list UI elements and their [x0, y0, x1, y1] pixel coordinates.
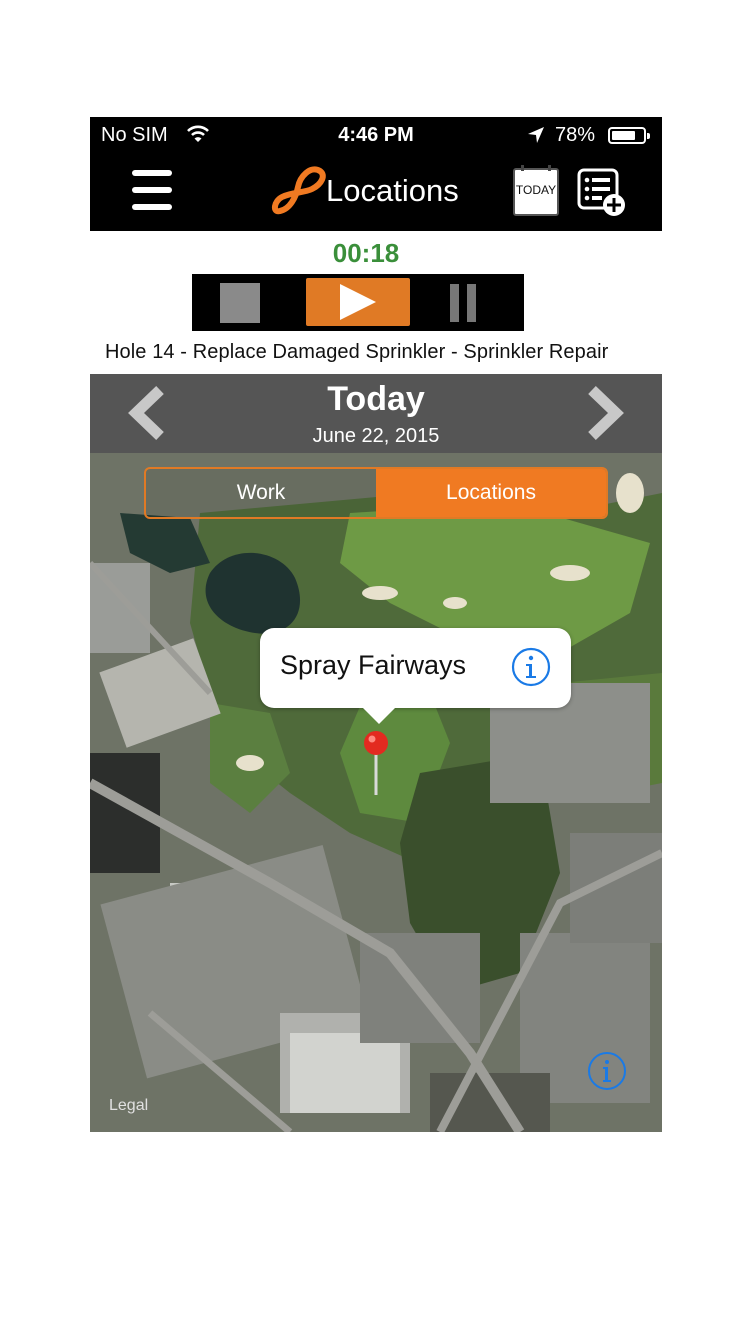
timer-controls: [192, 274, 524, 331]
chevron-right-icon[interactable]: [584, 386, 628, 445]
map-info-icon[interactable]: [586, 1050, 628, 1092]
add-list-icon: [577, 168, 625, 216]
date-header: Today June 22, 2015: [90, 374, 662, 453]
date-title: Today: [327, 380, 425, 418]
legal-link[interactable]: Legal: [109, 1097, 148, 1115]
view-segmented-control: Work Locations: [144, 467, 608, 519]
hamburger-menu-icon[interactable]: [130, 168, 174, 212]
phone-screen: No SIM 4:46 PM 78% Locations TODAY 00:18…: [90, 117, 662, 1132]
nav-bar: Locations TODAY: [90, 153, 662, 231]
battery-percent: 78%: [555, 124, 596, 146]
brand-logo-icon: [270, 163, 328, 226]
page-title: Locations: [326, 173, 459, 208]
status-bar: No SIM 4:46 PM 78%: [90, 117, 662, 153]
date-subtitle: June 22, 2015: [312, 425, 440, 447]
satellite-map[interactable]: Work Locations Spray Fairways Legal: [90, 453, 662, 1132]
calendar-today-icon: TODAY: [513, 165, 559, 216]
map-pin-icon[interactable]: [362, 729, 390, 804]
today-button[interactable]: TODAY: [513, 165, 559, 217]
pause-icon[interactable]: [450, 284, 476, 322]
today-button-label: TODAY: [515, 183, 557, 197]
info-icon[interactable]: [511, 647, 551, 687]
location-arrow-icon: [527, 126, 545, 150]
add-list-button[interactable]: [576, 167, 628, 219]
battery-icon: [608, 127, 650, 144]
tab-work[interactable]: Work: [146, 469, 376, 517]
tab-locations[interactable]: Locations: [376, 469, 606, 517]
callout-title: Spray Fairways: [280, 650, 467, 680]
task-name: Hole 14 - Replace Damaged Sprinkler - Sp…: [105, 341, 609, 363]
play-button[interactable]: [306, 278, 410, 326]
map-callout[interactable]: Spray Fairways: [260, 628, 571, 724]
stop-icon[interactable]: [220, 283, 260, 323]
elapsed-timer: 00:18: [332, 238, 400, 268]
play-icon: [340, 284, 376, 320]
